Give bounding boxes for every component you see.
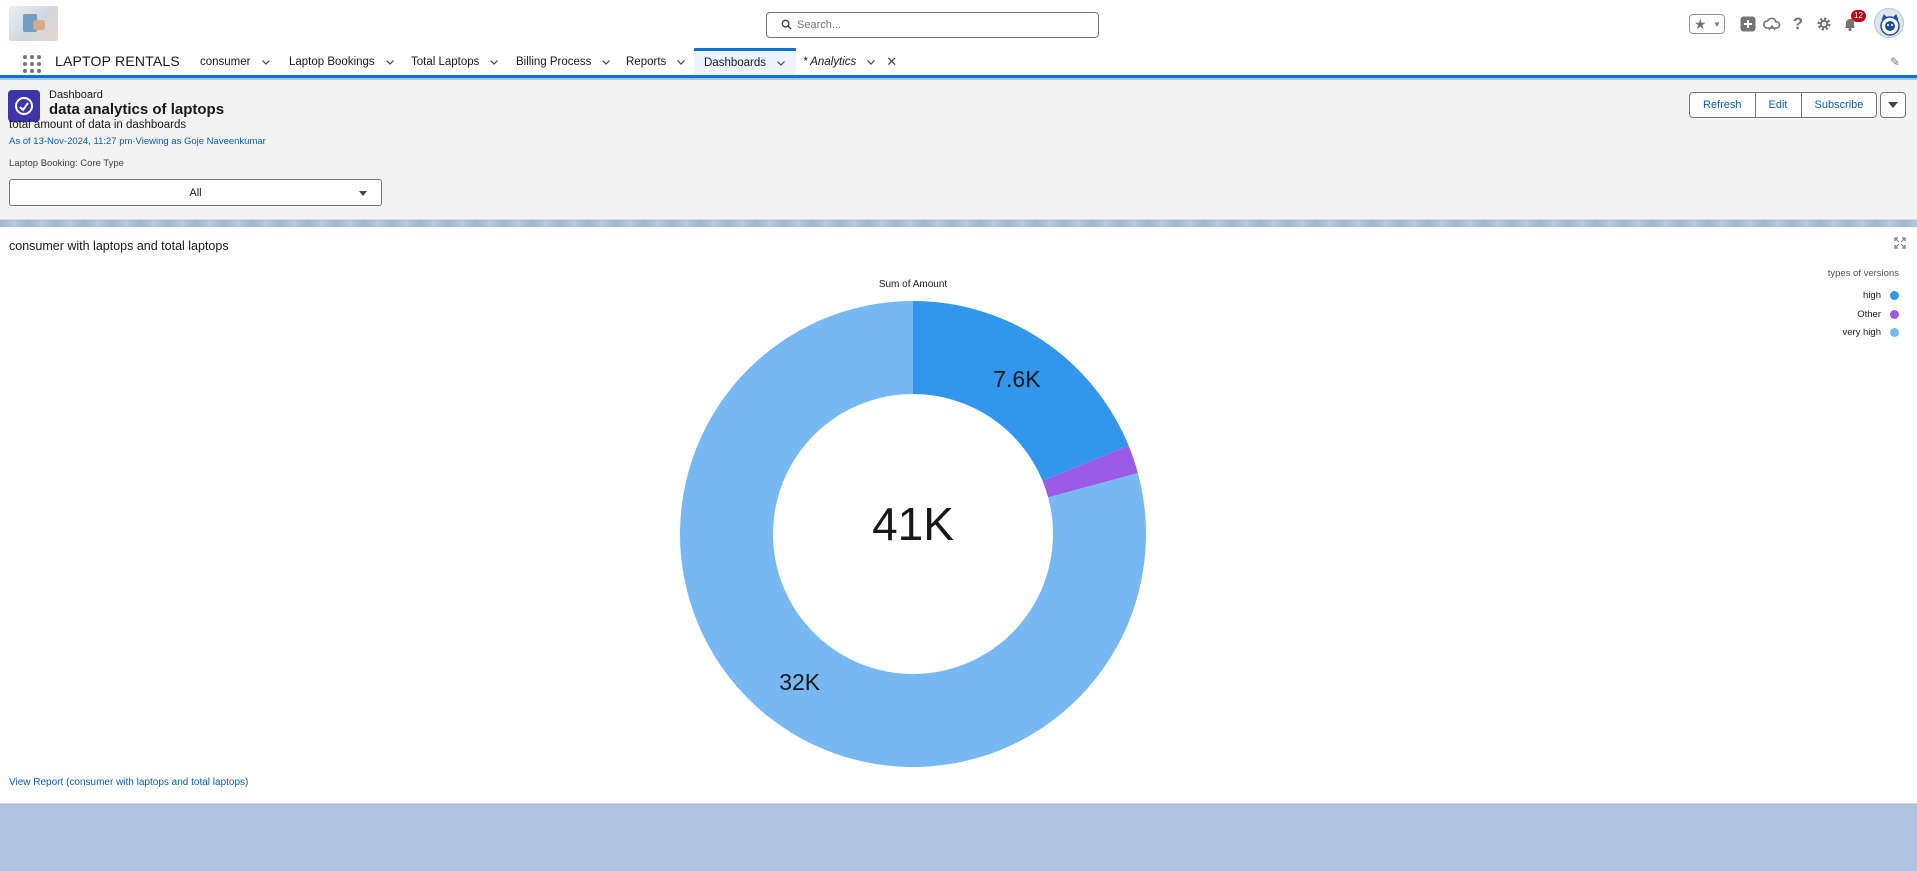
search-icon	[781, 19, 792, 30]
subscribe-button[interactable]: Subscribe	[1801, 92, 1878, 118]
tab-label: Reports	[626, 55, 667, 68]
chevron-down-icon[interactable]	[866, 57, 876, 67]
dashboard-icon	[8, 90, 40, 122]
add-icon	[1740, 16, 1756, 32]
close-icon[interactable]: ✕	[886, 54, 897, 70]
dashboard-divider	[0, 220, 1917, 227]
tab-dashboards[interactable]: Dashboards	[694, 48, 797, 75]
dashboard-actions: Refresh Edit Subscribe	[1689, 92, 1907, 118]
tab-consumer[interactable]: consumer	[200, 48, 271, 75]
dashboard-title: data analytics of laptops	[49, 101, 225, 118]
filter-label: Laptop Booking: Core Type	[9, 158, 124, 169]
chevron-down-icon[interactable]	[601, 57, 611, 67]
tab-billing-process[interactable]: Billing Process	[516, 48, 611, 75]
slice-data-label: 7.6K	[993, 366, 1041, 392]
tab-label: Billing Process	[516, 55, 592, 68]
chart-title: Sum of Amount	[879, 279, 948, 290]
dashboard-type-label: Dashboard	[49, 89, 103, 101]
cloud-icon	[1763, 17, 1781, 31]
more-actions-button[interactable]	[1880, 92, 1907, 118]
tab-label: Laptop Bookings	[289, 55, 375, 68]
donut-chart: Sum of Amount 41K 7.6K 32K	[679, 279, 1146, 767]
tab-analytics[interactable]: * Analytics ✕	[803, 48, 897, 75]
star-icon: ★	[1694, 16, 1707, 32]
chevron-down-icon[interactable]	[776, 58, 786, 68]
chevron-down-icon[interactable]	[261, 57, 271, 67]
tab-label: Dashboards	[704, 57, 767, 69]
tab-label: * Analytics	[803, 55, 857, 68]
app-nav-bar: LAPTOP RENTALS consumer Laptop Bookings …	[0, 48, 1917, 78]
slice-data-label: 32K	[779, 669, 821, 695]
gear-icon	[1817, 17, 1831, 31]
tab-label: Total Laptops	[411, 55, 480, 68]
app-launcher-icon[interactable]	[21, 53, 41, 73]
edit-nav-pencil-icon[interactable]: ✎	[1890, 55, 1900, 69]
tab-label: consumer	[200, 55, 251, 68]
donut-center-total: 41K	[872, 498, 954, 550]
trailhead-button[interactable]	[1761, 13, 1783, 35]
view-report-link[interactable]: View Report (consumer with laptops and t…	[9, 777, 248, 788]
tab-total-laptops[interactable]: Total Laptops	[411, 48, 499, 75]
search-input[interactable]	[797, 16, 1087, 34]
edit-button[interactable]: Edit	[1755, 92, 1802, 118]
filter-value: All	[189, 187, 202, 199]
chevron-down-icon	[1888, 102, 1899, 108]
dashboard-description: total amount of data in dashboards	[9, 119, 187, 131]
favorites-button[interactable]: ★ ▼	[1689, 14, 1725, 34]
tab-laptop-bookings[interactable]: Laptop Bookings	[289, 48, 395, 75]
help-icon[interactable]: ?	[1787, 13, 1809, 35]
org-logo[interactable]	[9, 6, 58, 41]
refresh-button[interactable]: Refresh	[1689, 92, 1756, 118]
chevron-down-icon[interactable]: ▼	[1713, 17, 1721, 33]
dashboard-header: Dashboard data analytics of laptops tota…	[0, 80, 1917, 220]
dropdown-arrow-icon	[359, 191, 367, 196]
core-type-filter[interactable]: All	[9, 179, 382, 206]
tab-reports[interactable]: Reports	[626, 48, 686, 75]
user-avatar[interactable]	[1874, 8, 1904, 38]
setup-button[interactable]	[1813, 13, 1835, 35]
chevron-down-icon[interactable]	[489, 57, 499, 67]
chevron-down-icon[interactable]	[676, 57, 686, 67]
astro-avatar-icon	[1880, 14, 1900, 36]
app-name: LAPTOP RENTALS	[55, 53, 180, 69]
dashboard-refresh-info[interactable]: As of 13-Nov-2024, 11:27 pm·Viewing as G…	[9, 136, 266, 147]
chevron-down-icon[interactable]	[385, 57, 395, 67]
notification-count-badge: 12	[1851, 10, 1866, 22]
global-header: ★ ▼ ?	[0, 0, 1917, 48]
global-actions-button[interactable]	[1737, 13, 1759, 35]
global-search[interactable]	[766, 12, 1099, 38]
chart-widget: consumer with laptops and total laptops …	[0, 227, 1917, 804]
